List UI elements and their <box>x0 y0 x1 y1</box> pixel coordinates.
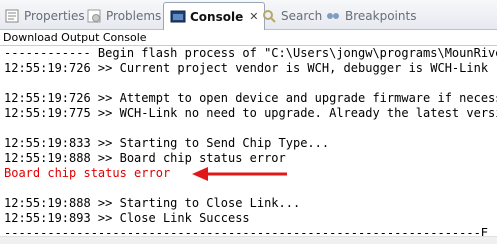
console-line: 12:55:19:888 >> Board chip status error <box>4 151 286 165</box>
annotation-arrow-icon <box>192 167 287 181</box>
console-line: 12:55:19:726 >> Current project vendor i… <box>4 61 489 75</box>
tab-search[interactable]: Search <box>261 3 322 29</box>
breakpoints-icon <box>325 8 341 24</box>
tab-problems[interactable]: Problems <box>86 3 161 29</box>
console-error-line: Board chip status error <box>4 166 171 180</box>
console-line: 12:55:19:888 >> Starting to Close Link..… <box>4 196 301 210</box>
properties-icon <box>4 8 20 24</box>
search-icon <box>261 8 277 24</box>
tab-console[interactable]: Console ✕ <box>163 2 266 30</box>
tab-problems-label: Problems <box>106 9 162 23</box>
close-icon[interactable]: ✕ <box>249 10 258 23</box>
console-line: 12:55:19:833 >> Starting to Send Chip Ty… <box>4 136 330 150</box>
console-icon <box>170 9 186 25</box>
console-title: Download Output Console <box>3 31 147 44</box>
view-tab-bar: Properties Problems Console ✕ Search Bre… <box>0 0 497 30</box>
problems-icon <box>86 8 102 24</box>
tab-search-label: Search <box>281 9 323 23</box>
console-line: 12:55:19:775 >> WCH-Link no need to upgr… <box>4 106 497 120</box>
console-output[interactable]: ------------ Begin flash process of "C:\… <box>0 45 497 236</box>
tab-properties-label: Properties <box>24 9 85 23</box>
tab-properties[interactable]: Properties <box>4 3 85 29</box>
console-line: 12:55:19:893 >> Close Link Success <box>4 211 250 225</box>
tab-breakpoints[interactable]: Breakpoints <box>325 3 416 29</box>
console-line: 12:55:19:726 >> Attempt to open device a… <box>4 91 497 105</box>
tab-console-label: Console <box>190 9 244 24</box>
console-line: ----------------------------------------… <box>4 226 489 236</box>
tab-breakpoints-label: Breakpoints <box>345 9 417 23</box>
console-line: ------------ Begin flash process of "C:\… <box>4 46 497 60</box>
